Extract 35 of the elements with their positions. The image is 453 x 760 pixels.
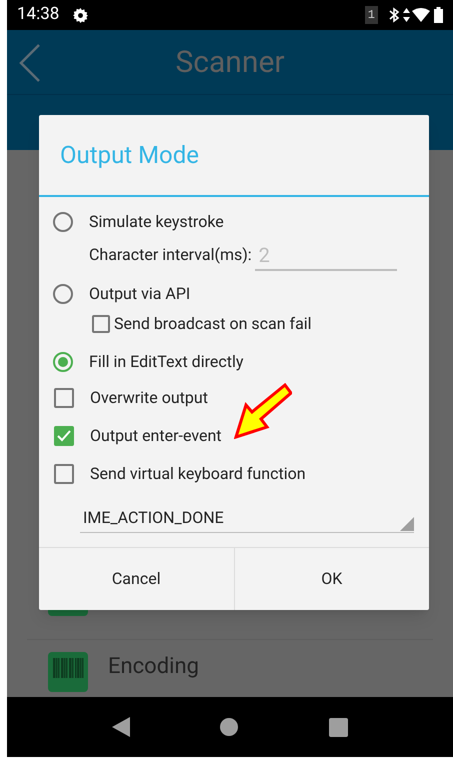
recents-icon[interactable] (328, 718, 348, 736)
checkbox[interactable] (54, 464, 74, 484)
dialog-button[interactable]: OK (234, 548, 429, 610)
battery-icon (434, 7, 443, 23)
home-icon[interactable] (220, 718, 238, 736)
option-label: Output enter-event (90, 425, 222, 447)
barcode-icon (48, 652, 88, 692)
dialog-title: Output Mode (60, 140, 200, 171)
radio-button[interactable] (53, 284, 73, 304)
dialog-button[interactable]: Cancel (39, 548, 234, 610)
back-triangle-icon[interactable] (112, 717, 130, 737)
option-label: Send virtual keyboard function (90, 463, 306, 485)
option-label: Overwrite output (90, 387, 208, 409)
annotation-arrow (234, 383, 292, 439)
back-icon[interactable] (19, 44, 41, 82)
radio-button[interactable] (53, 212, 73, 232)
bluetooth-icon (388, 7, 400, 23)
checkbox[interactable] (54, 388, 74, 408)
screen-title: Scanner (175, 44, 285, 82)
radio-button[interactable] (53, 352, 73, 372)
option-label: Output via API (89, 283, 190, 305)
option-label: Fill in EditText directly (89, 351, 244, 373)
checkbox[interactable] (54, 426, 74, 446)
clock: 14:38 (17, 3, 60, 26)
option-label: Simulate keystroke (89, 211, 224, 233)
option-label: Send broadcast on scan fail (114, 313, 312, 335)
list-item-title: Encoding (108, 654, 199, 680)
wifi-icon (412, 8, 430, 22)
data-arrows-icon (403, 8, 410, 22)
field-label: Character interval(ms): (89, 244, 252, 266)
sim-badge: 1 (364, 6, 378, 24)
checkbox[interactable] (92, 315, 110, 333)
dropdown-caret-icon (400, 517, 414, 531)
gear-icon (73, 8, 88, 22)
dropdown[interactable]: IME_ACTION_DONE (80, 503, 414, 533)
